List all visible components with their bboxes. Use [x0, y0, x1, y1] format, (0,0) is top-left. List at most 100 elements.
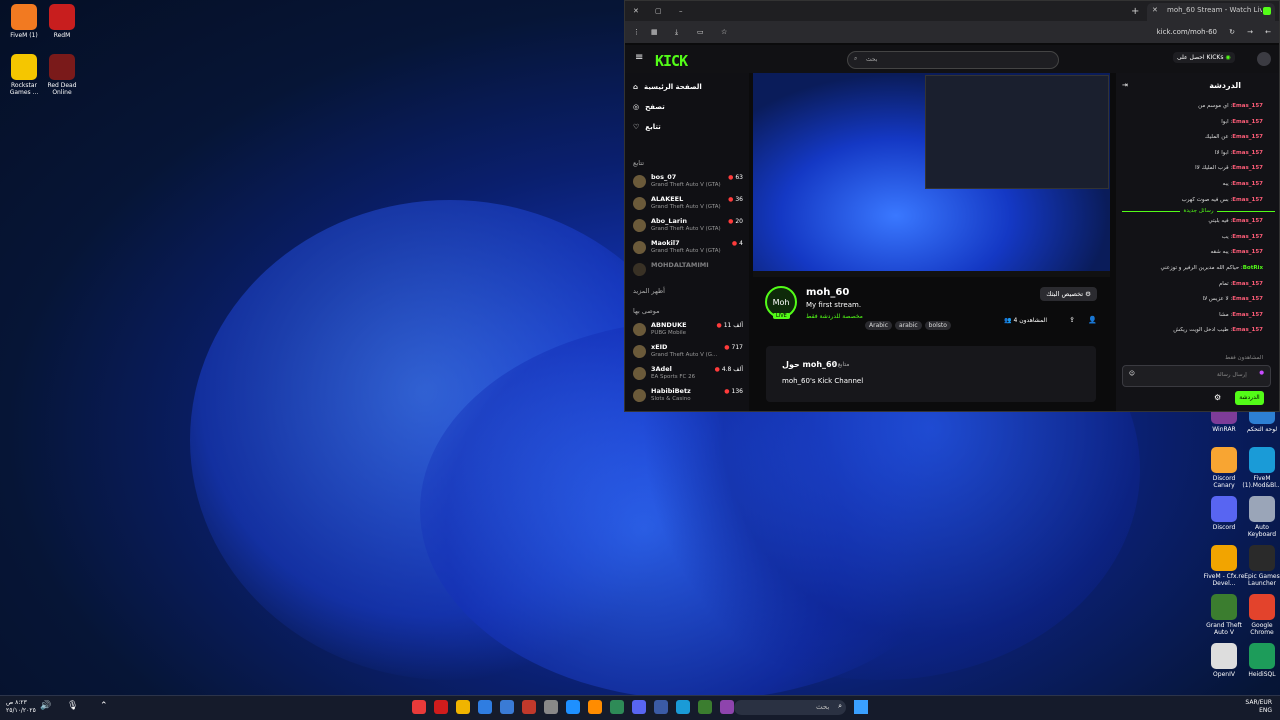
taskbar-app-icon[interactable]	[720, 700, 734, 714]
url-field[interactable]: kick.com/moh-60	[1157, 28, 1217, 36]
channel-row[interactable]: ALAKEEL Grand Theft Auto V (GTA) ● 36	[633, 195, 743, 215]
volume-icon[interactable]: 🔊	[40, 701, 51, 711]
taskbar-app-icon[interactable]	[522, 700, 536, 714]
hamburger-menu-icon[interactable]: ≡	[635, 52, 643, 63]
channel-viewers: ● 36	[728, 196, 743, 203]
desktop-icon[interactable]: Epic Games Launcher	[1240, 545, 1280, 587]
taskbar-app-icon[interactable]	[654, 700, 668, 714]
desktop-icon[interactable]: Auto Keyboard	[1240, 496, 1280, 538]
chat-input[interactable]: ☺ إرسال رسالة ●	[1122, 365, 1271, 387]
customize-stream-button[interactable]: تخصيص البثك ⚙	[1040, 287, 1097, 301]
taskbar-app-icon[interactable]	[544, 700, 558, 714]
tab-close-icon[interactable]: ✕	[1152, 6, 1158, 14]
extensions-icon[interactable]: ▦	[651, 28, 658, 36]
avatar[interactable]	[1257, 52, 1271, 66]
refresh-icon[interactable]: ↻	[1229, 28, 1235, 36]
show-more-link[interactable]: أظهر المزيد	[633, 287, 665, 295]
taskbar-app-icon[interactable]	[412, 700, 426, 714]
tag-chip[interactable]: Arabic	[865, 321, 893, 330]
chat-username[interactable]: Emas_157	[1232, 150, 1263, 156]
tray-chevron-icon[interactable]: ⌃	[100, 701, 108, 711]
chat-username[interactable]: BotRix	[1243, 265, 1263, 271]
emoji-icon[interactable]: ☺	[1129, 371, 1135, 377]
channel-row[interactable]: 3Adel EA Sports FC 26 ● 4.8 ألف	[633, 365, 743, 385]
desktop-icon-label: FiveM (1).Mod&Bl...	[1242, 475, 1280, 489]
taskbar-search[interactable]: بحث ⌕	[734, 700, 846, 715]
chat-username[interactable]: Emas_157	[1232, 281, 1263, 287]
menu-dots-icon[interactable]: ⋮	[633, 28, 640, 36]
chat-username[interactable]: Emas_157	[1232, 249, 1263, 255]
kick-logo[interactable]: KICK	[655, 52, 688, 70]
taskbar-app-icon[interactable]	[500, 700, 514, 714]
desktop-icon-label: Auto Keyboard	[1247, 524, 1277, 538]
channel-name[interactable]: moh_60	[806, 287, 849, 298]
taskbar-app-icon[interactable]	[588, 700, 602, 714]
chat-username[interactable]: Emas_157	[1232, 197, 1263, 203]
clock[interactable]: ٨:٢٣ ص ٢٥/١٠/٢٠٢٥	[6, 699, 36, 715]
desktop-icon[interactable]: Google Chrome	[1240, 594, 1280, 636]
chat-username[interactable]: Emas_157	[1232, 234, 1263, 240]
chat-username[interactable]: Emas_157	[1232, 181, 1263, 187]
chat-username[interactable]: Emas_157	[1232, 119, 1263, 125]
video-controls-bar[interactable]	[753, 271, 1110, 277]
chat-username[interactable]: Emas_157	[1232, 312, 1263, 318]
maximize-window-button[interactable]: ▢	[655, 7, 662, 15]
stream-category[interactable]: مخصصة للدردشة فقط	[806, 313, 863, 320]
channel-row[interactable]: HabibiBetz Slots & Casino ● 136	[633, 387, 743, 407]
video-player[interactable]	[753, 73, 1110, 277]
taskbar-app-icon[interactable]	[456, 700, 470, 714]
channel-row[interactable]: xEID Grand Theft Auto V (G... ● 717	[633, 343, 743, 363]
close-window-button[interactable]: ✕	[633, 7, 639, 15]
bookmark-star-icon[interactable]: ☆	[721, 28, 727, 36]
chat-username[interactable]: Emas_157	[1232, 296, 1263, 302]
desktop-icon[interactable]: HeidiSQL	[1240, 643, 1280, 678]
desktop-icon[interactable]: RedM	[40, 4, 84, 39]
chat-username[interactable]: Emas_157	[1232, 103, 1263, 109]
channel-row[interactable]: MOHDALTAMIMI	[633, 261, 743, 281]
get-kicks-button[interactable]: احصل على KICKs ◉	[1173, 52, 1235, 63]
share-icon[interactable]: ⇪	[1069, 316, 1075, 324]
channel-row[interactable]: bos_07 Grand Theft Auto V (GTA) ● 63	[633, 173, 743, 193]
taskbar-app-icon[interactable]	[698, 700, 712, 714]
chat-send-button[interactable]: الدردشة	[1235, 391, 1264, 405]
tag-chip[interactable]: arabic	[895, 321, 922, 330]
sidebar-nav-item[interactable]: ♡ تتابع	[633, 123, 661, 131]
chat-username[interactable]: Emas_157	[1232, 327, 1263, 333]
sidebar-nav-item[interactable]: ⌂ الصفحة الرئيسية	[633, 83, 702, 91]
taskbar-app-icon[interactable]	[610, 700, 624, 714]
follow-user-icon[interactable]: 👤	[1088, 316, 1097, 324]
language-indicator[interactable]: SAR/EUR ENG	[1245, 699, 1272, 715]
back-icon[interactable]: ←	[1265, 28, 1271, 36]
desktop-icon[interactable]: Red Dead Online	[40, 54, 84, 96]
minimize-window-button[interactable]: –	[679, 7, 683, 15]
taskbar-app-icon[interactable]	[434, 700, 448, 714]
new-tab-button[interactable]: +	[1131, 6, 1139, 17]
taskbar-app-icon[interactable]	[478, 700, 492, 714]
chat-username[interactable]: Emas_157	[1232, 165, 1263, 171]
chat-message: اي موسم من :Emas_157	[1122, 103, 1263, 109]
channel-avatar	[633, 389, 646, 402]
sidepanel-icon[interactable]: ▭	[697, 28, 704, 36]
start-button[interactable]	[854, 700, 868, 714]
channel-row[interactable]: Maokil7 Grand Theft Auto V (GTA) ● 4	[633, 239, 743, 259]
taskbar-app-icon[interactable]	[566, 700, 580, 714]
mic-icon[interactable]: 🎙	[67, 701, 78, 711]
taskbar-app-icon[interactable]	[632, 700, 646, 714]
search-input[interactable]: ⌕ بحث	[847, 51, 1059, 69]
channel-row[interactable]: Abo_Larin Grand Theft Auto V (GTA) ● 20	[633, 217, 743, 237]
tag-chip[interactable]: bolsto	[924, 321, 951, 330]
sidebar-nav-item[interactable]: ◎ تصفح	[633, 103, 665, 111]
chat-username[interactable]: Emas_157	[1232, 134, 1263, 140]
download-icon[interactable]: ⤓	[675, 28, 678, 37]
channel-row[interactable]: ABNDUKE PUBG Mobile ● 11 ألف	[633, 321, 743, 341]
kicks-mic-icon[interactable]: ●	[1259, 370, 1264, 376]
forward-icon[interactable]: →	[1247, 28, 1253, 36]
taskbar-app-icon[interactable]	[676, 700, 690, 714]
tab-active[interactable]: ✕ moh_60 Stream - Watch Liv...	[1147, 3, 1275, 21]
chat-collapse-icon[interactable]: ⇥	[1122, 81, 1128, 89]
chat-message: طيب ادخل الويت ريكش :Emas_157	[1122, 327, 1263, 333]
desktop-icon[interactable]: FiveM (1).Mod&Bl...	[1240, 447, 1280, 489]
get-kicks-label: احصل على KICKs	[1177, 54, 1224, 61]
chat-settings-icon[interactable]: ⚙	[1214, 393, 1221, 402]
desktop-icon-label: RedM	[53, 32, 71, 39]
